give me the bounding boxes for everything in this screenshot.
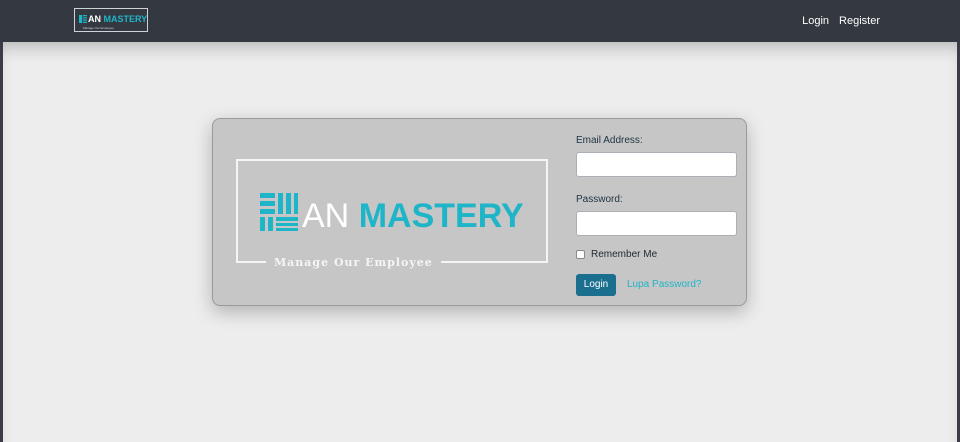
logo-mark-icon [79,15,87,23]
navbar: AN MASTERY Manage Our Employee Login Reg… [0,0,960,42]
brand-tagline: Manage Our Employee [83,26,114,30]
logo-mark-icon [260,193,298,231]
logo-mastery: MASTERY [358,197,524,235]
logo-tagline: Manage Our Employee [266,256,441,270]
login-card: AN MASTERY Manage Our Employee Email Add… [212,118,747,306]
forgot-password-link[interactable]: Lupa Password? [627,279,702,291]
logo-title: AN MASTERY [260,193,524,236]
remember-me-label[interactable]: Remember Me [591,249,657,261]
navbar-brand-logo[interactable]: AN MASTERY Manage Our Employee [74,8,148,32]
remember-me-checkbox[interactable] [576,250,585,259]
brand-an: AN [88,14,101,24]
brand-mastery: MASTERY [103,14,148,24]
nav-login-link[interactable]: Login [802,14,829,28]
password-field[interactable] [576,211,737,236]
login-button[interactable]: Login [576,274,616,296]
nav-register-link[interactable]: Register [839,14,880,28]
company-logo: AN MASTERY Manage Our Employee [236,159,548,270]
logo-an: AN [302,197,350,235]
email-label: Email Address: [576,135,643,146]
nav-links: Login Register [802,14,880,28]
email-field[interactable] [576,152,737,177]
password-label: Password: [576,194,623,205]
brand-title: AN MASTERY [79,13,147,25]
